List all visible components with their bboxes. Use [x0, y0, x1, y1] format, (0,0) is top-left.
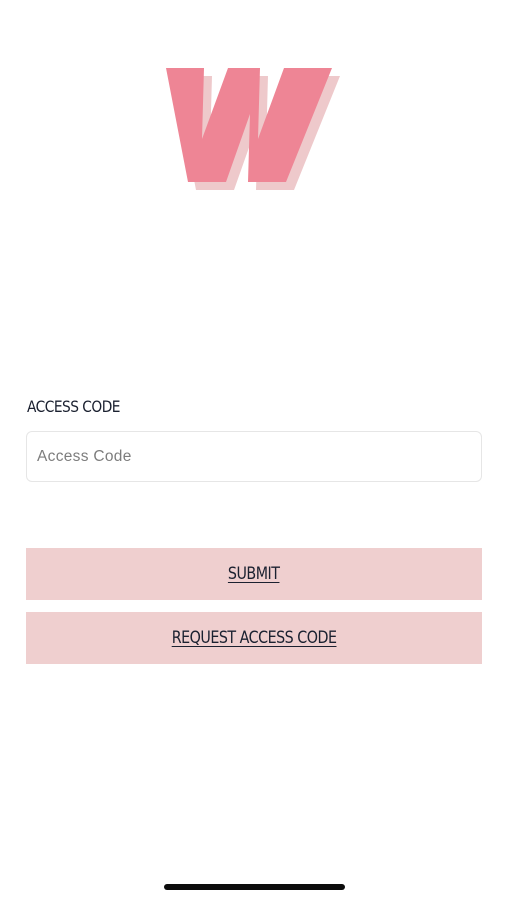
request-access-code-label: REQUEST ACCESS CODE	[171, 628, 337, 648]
home-indicator[interactable]	[164, 884, 345, 890]
access-code-label: ACCESS CODE	[27, 397, 121, 416]
access-code-field[interactable]	[26, 431, 482, 482]
access-code-screen: ACCESS CODE SUBMIT REQUEST ACCESS CODE	[0, 0, 507, 900]
request-access-code-button[interactable]: REQUEST ACCESS CODE	[26, 612, 482, 664]
access-code-input[interactable]	[27, 432, 481, 481]
submit-button[interactable]: SUBMIT	[26, 548, 482, 600]
submit-button-label: SUBMIT	[228, 564, 280, 584]
w-logo-icon	[160, 62, 350, 197]
